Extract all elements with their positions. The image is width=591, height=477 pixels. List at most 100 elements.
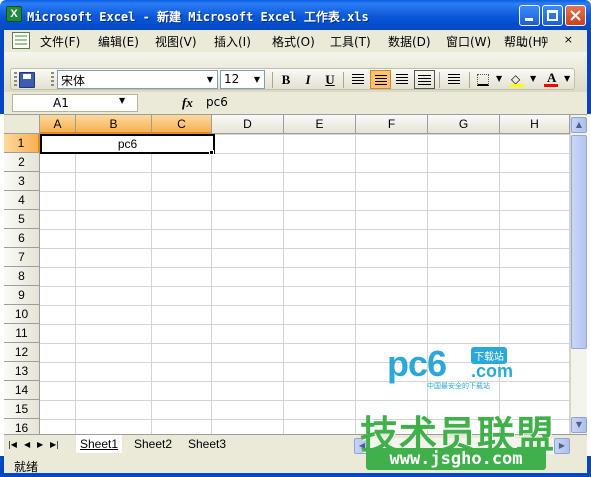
italic-button[interactable]: I bbox=[298, 70, 318, 89]
align-right-button[interactable] bbox=[392, 70, 413, 89]
column-header-a[interactable]: A bbox=[40, 115, 76, 134]
fill-color-button[interactable]: ◇ bbox=[507, 70, 528, 89]
maximize-icon bbox=[547, 10, 558, 21]
pc6-domain: .com bbox=[471, 361, 514, 381]
row-header-7[interactable]: 7 bbox=[4, 248, 40, 267]
column-header-e[interactable]: E bbox=[284, 115, 356, 134]
scroll-up-button[interactable]: ▲ bbox=[571, 117, 587, 133]
pc6-watermark: pc6 下载站 .com 中国最安全的下载站 bbox=[387, 343, 537, 395]
toolbar-strip: 宋体 ▼ 12 ▼ B I U ▼ ◇ ▼ A ▼ bbox=[10, 68, 575, 90]
column-gridline bbox=[283, 134, 284, 435]
menu-file[interactable]: 文件(F) bbox=[40, 33, 80, 50]
indent-button[interactable] bbox=[444, 70, 465, 89]
row-header-11[interactable]: 11 bbox=[4, 324, 40, 343]
column-gridline bbox=[75, 134, 76, 435]
name-box-value: A1 bbox=[53, 96, 69, 110]
merge-center-icon bbox=[418, 75, 431, 86]
row-header-1[interactable]: 1 bbox=[4, 134, 40, 153]
underline-button[interactable]: U bbox=[320, 70, 340, 89]
formula-value: pc6 bbox=[206, 95, 228, 109]
chevron-down-icon[interactable]: ▼ bbox=[530, 74, 536, 83]
maximize-button[interactable] bbox=[542, 5, 563, 26]
row-header-9[interactable]: 9 bbox=[4, 286, 40, 305]
jsgho-url: www.jsgho.com bbox=[366, 448, 546, 470]
close-icon bbox=[570, 10, 581, 21]
menu-data[interactable]: 数据(D) bbox=[388, 33, 431, 50]
bold-button[interactable]: B bbox=[276, 70, 296, 89]
borders-button[interactable] bbox=[473, 70, 494, 89]
document-window-controls[interactable]: _ ▫ × bbox=[520, 33, 579, 46]
menu-format[interactable]: 格式(O) bbox=[272, 33, 315, 50]
align-center-button[interactable] bbox=[370, 70, 391, 89]
align-left-button[interactable] bbox=[348, 70, 369, 89]
menu-tools[interactable]: 工具(T) bbox=[330, 33, 371, 50]
menu-edit[interactable]: 编辑(E) bbox=[98, 33, 139, 50]
align-left-icon bbox=[352, 74, 364, 85]
row-header-8[interactable]: 8 bbox=[4, 267, 40, 286]
row-header-14[interactable]: 14 bbox=[4, 381, 40, 400]
vertical-scroll-thumb[interactable] bbox=[571, 135, 587, 349]
column-header-h[interactable]: H bbox=[500, 115, 570, 134]
font-name-select[interactable]: 宋体 ▼ bbox=[57, 70, 218, 89]
chevron-down-icon[interactable]: ▼ bbox=[251, 72, 263, 87]
column-header-b[interactable]: B bbox=[76, 115, 152, 134]
fill-color-swatch bbox=[510, 84, 524, 87]
toolbar-separator bbox=[343, 72, 344, 88]
merged-cell-a1-c1[interactable]: pc6 bbox=[40, 134, 215, 154]
chevron-down-icon[interactable]: ▼ bbox=[496, 74, 502, 83]
font-color-button[interactable]: A bbox=[541, 70, 562, 89]
formula-input[interactable]: pc6 bbox=[200, 94, 585, 112]
jsgho-watermark: 技术员联盟 www.jsgho.com bbox=[356, 404, 556, 474]
row-header-3[interactable]: 3 bbox=[4, 172, 40, 191]
chevron-down-icon[interactable]: ▼ bbox=[119, 94, 125, 108]
prev-sheet-icon[interactable]: ◀ bbox=[24, 440, 30, 449]
row-header-5[interactable]: 5 bbox=[4, 210, 40, 229]
font-size-select[interactable]: 12 ▼ bbox=[220, 70, 265, 89]
column-header-c[interactable]: C bbox=[152, 115, 212, 134]
chevron-down-icon[interactable]: ▼ bbox=[204, 72, 216, 87]
chevron-down-icon[interactable]: ▼ bbox=[564, 74, 570, 83]
fx-icon[interactable]: fx bbox=[182, 95, 193, 111]
fill-handle[interactable] bbox=[209, 150, 214, 155]
toolbar-separator bbox=[469, 72, 470, 88]
row-header-12[interactable]: 12 bbox=[4, 343, 40, 362]
worksheet-grid[interactable]: ABCDEFGH 1 2 3 4 5 6 7 8 9 10 11 12 13 14 15 16 pc6 pc6… bbox=[4, 114, 587, 438]
column-header-g[interactable]: G bbox=[428, 115, 500, 134]
row-header-6[interactable]: 6 bbox=[4, 229, 40, 248]
title-bar[interactable]: X Microsoft Excel - 新建 Microsoft Excel 工… bbox=[0, 0, 591, 30]
window-title: Microsoft Excel - 新建 Microsoft Excel 工作表… bbox=[27, 10, 369, 24]
menu-window[interactable]: 窗口(W) bbox=[446, 33, 491, 50]
column-header-d[interactable]: D bbox=[212, 115, 284, 134]
close-button[interactable] bbox=[565, 5, 586, 26]
save-icon[interactable] bbox=[19, 72, 35, 88]
sheet-tab-2[interactable]: Sheet2 bbox=[130, 435, 176, 453]
menu-bar: 文件(F) 编辑(E) 视图(V) 插入(I) 格式(O) 工具(T) 数据(D… bbox=[0, 30, 591, 52]
merge-center-button[interactable] bbox=[414, 70, 435, 89]
sheet-tab-3[interactable]: Sheet3 bbox=[184, 435, 230, 453]
row-header-13[interactable]: 13 bbox=[4, 362, 40, 381]
last-sheet-icon[interactable]: ▶| bbox=[50, 440, 59, 449]
scroll-down-button[interactable]: ▼ bbox=[571, 417, 587, 433]
font-size-value: 12 bbox=[224, 72, 240, 86]
menu-insert[interactable]: 插入(I) bbox=[214, 33, 251, 50]
pc6-slogan: 中国最安全的下载站 bbox=[427, 382, 490, 390]
select-all-corner[interactable] bbox=[4, 115, 40, 134]
row-header-15[interactable]: 15 bbox=[4, 400, 40, 419]
row-header-2[interactable]: 2 bbox=[4, 153, 40, 172]
minimize-button[interactable] bbox=[519, 5, 540, 26]
next-sheet-icon[interactable]: ▶ bbox=[37, 440, 43, 449]
column-header-f[interactable]: F bbox=[356, 115, 428, 134]
scroll-right-button[interactable]: ▶ bbox=[554, 438, 570, 454]
row-header-4[interactable]: 4 bbox=[4, 191, 40, 210]
vertical-scrollbar[interactable]: ▲ ▼ bbox=[570, 115, 587, 435]
menu-view[interactable]: 视图(V) bbox=[155, 33, 197, 50]
excel-icon[interactable]: X bbox=[6, 6, 22, 22]
first-sheet-icon[interactable]: |◀ bbox=[8, 440, 17, 449]
pc6-logo-text: pc6 bbox=[387, 343, 447, 384]
toolbar-gripper[interactable] bbox=[51, 72, 54, 88]
row-header-10[interactable]: 10 bbox=[4, 305, 40, 324]
sheet-tab-1[interactable]: Sheet1 bbox=[76, 435, 123, 453]
toolbar-gripper[interactable] bbox=[14, 72, 17, 88]
workbook-icon[interactable] bbox=[12, 32, 30, 49]
indent-icon bbox=[448, 74, 460, 85]
